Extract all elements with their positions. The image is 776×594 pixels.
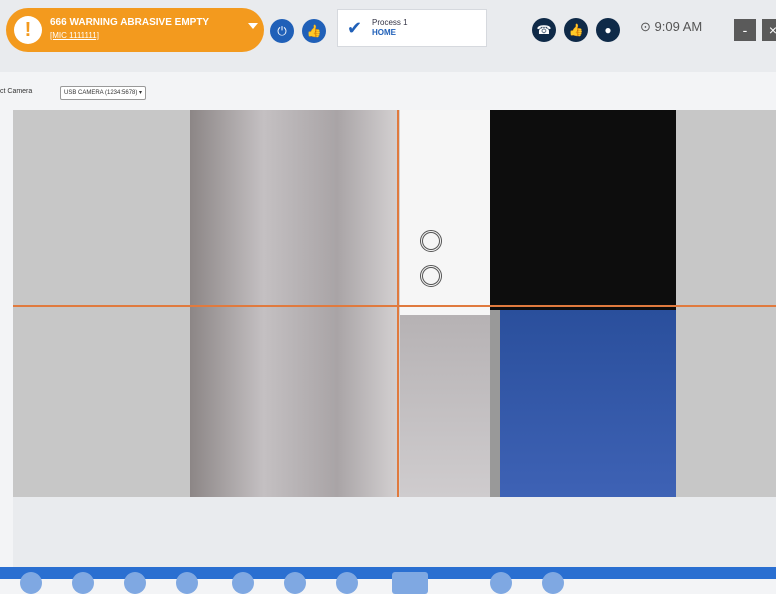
top-toolbar: ! 666 WARNING ABRASIVE EMPTY [MIC 111111…	[0, 0, 776, 72]
user-icon[interactable]: ●	[596, 18, 620, 42]
alarm-title: 666 WARNING ABRASIVE EMPTY	[50, 17, 210, 28]
thumbs-up-icon[interactable]: 👍	[302, 19, 326, 43]
process-subtitle: HOME	[372, 28, 396, 37]
clock: ⊙ 9:09 AM	[640, 19, 702, 35]
clock-icon: ⊙	[640, 19, 651, 34]
close-button[interactable]: ×	[762, 19, 776, 41]
spiral-mark	[420, 265, 442, 287]
bottom-toolbar	[0, 567, 776, 579]
power-icon[interactable]: ⏻	[270, 19, 294, 43]
clock-time: 9:09 AM	[654, 19, 703, 34]
toolbar-button[interactable]	[392, 572, 428, 594]
camera-select[interactable]: USB CAMERA (1234:5678) ▾	[60, 86, 147, 100]
crosshair-horizontal	[13, 305, 776, 307]
camera-viewer[interactable]	[13, 110, 776, 497]
toolbar-button[interactable]	[542, 572, 564, 594]
camera-feed	[190, 110, 676, 497]
chevron-down-icon[interactable]	[248, 23, 258, 29]
toolbar-button[interactable]	[176, 572, 198, 594]
spiral-mark	[420, 230, 442, 252]
toolbar-button[interactable]	[284, 572, 306, 594]
alarm-code[interactable]: [MIC 1111111]	[50, 31, 99, 40]
check-icon: ✔	[347, 18, 363, 38]
process-title: Process 1	[372, 18, 408, 27]
toolbar-button[interactable]	[232, 572, 254, 594]
toolbar-button[interactable]	[124, 572, 146, 594]
warning-icon: !	[14, 16, 42, 44]
toolbar-button[interactable]	[336, 572, 358, 594]
bottom-strip	[13, 497, 776, 567]
camera-label: ct Camera	[0, 88, 33, 95]
toolbar-button[interactable]	[20, 572, 42, 594]
thumbs-up-icon-2[interactable]: 👍	[564, 18, 588, 42]
camera-row: ct Camera USB CAMERA (1234:5678) ▾	[0, 84, 776, 106]
toolbar-button[interactable]	[72, 572, 94, 594]
minimize-button[interactable]: -	[734, 19, 756, 41]
phone-icon[interactable]: ☎	[532, 18, 556, 42]
toolbar-button[interactable]	[490, 572, 512, 594]
process-status[interactable]: ✔ Process 1 HOME	[337, 9, 487, 47]
crosshair-vertical	[397, 110, 399, 497]
alarm-pill[interactable]: ! 666 WARNING ABRASIVE EMPTY [MIC 111111…	[6, 8, 264, 52]
